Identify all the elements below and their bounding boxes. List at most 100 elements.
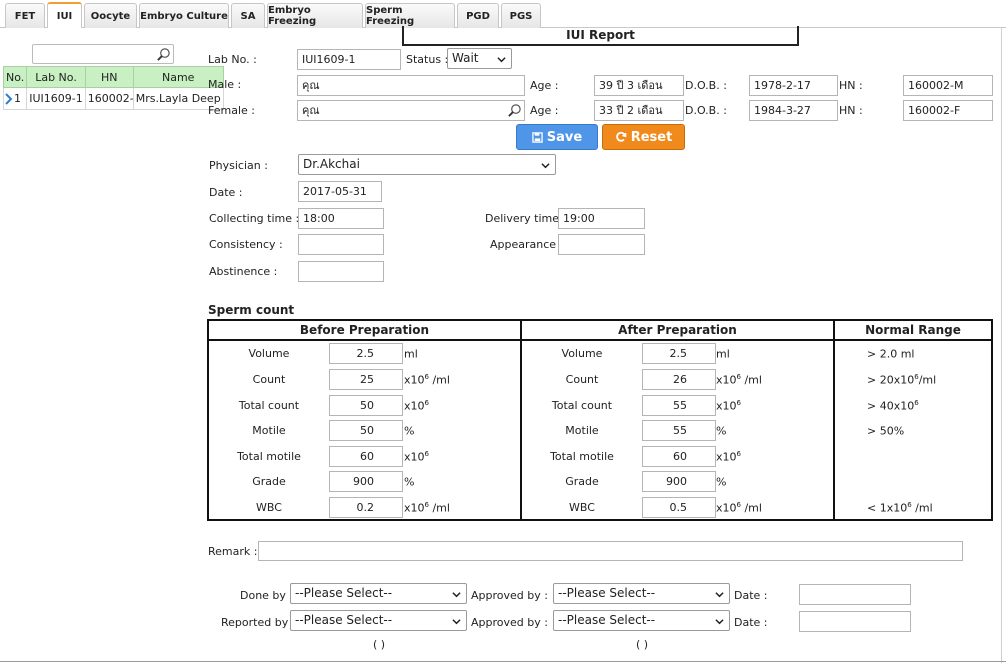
approved-by-select[interactable]: --Please Select-- bbox=[553, 583, 730, 604]
approved-by-value-2: --Please Select-- bbox=[558, 613, 656, 627]
after-value-input[interactable]: 2.5 bbox=[642, 343, 716, 364]
before-value-input[interactable]: 0.2 bbox=[329, 497, 403, 518]
normal-range-value-base: > 2.0 ml bbox=[867, 347, 915, 361]
status-select[interactable]: Wait bbox=[447, 48, 512, 69]
appearance-input[interactable] bbox=[558, 234, 645, 255]
collecting-time-input[interactable]: 18:00 bbox=[298, 208, 384, 229]
female-age-input[interactable]: 33 ปี 2 เดือน bbox=[594, 100, 684, 121]
after-unit: x106 bbox=[716, 450, 741, 464]
normal-range-value: > 50% bbox=[867, 424, 904, 438]
sperm-row-label-after: Motile bbox=[565, 424, 599, 437]
physician-select[interactable]: Dr.Akchai bbox=[298, 154, 556, 175]
abstinence-label: Abstinence : bbox=[209, 265, 278, 278]
delivery-time-label: Delivery time : bbox=[485, 212, 567, 225]
male-age-input[interactable]: 39 ปี 3 เดือน bbox=[594, 75, 684, 96]
collecting-time-label: Collecting time : bbox=[209, 212, 300, 225]
after-value-input[interactable]: 0.5 bbox=[642, 497, 716, 518]
patient-table: No. Lab No. HN Name 1 IUI1609-1 160002-F… bbox=[2, 66, 224, 110]
before-value-input[interactable]: 50 bbox=[329, 420, 403, 441]
search-icon[interactable] bbox=[156, 47, 171, 62]
tab-oocyte[interactable]: Oocyte bbox=[84, 3, 137, 28]
male-label: Male : bbox=[208, 78, 242, 91]
before-unit: x106 bbox=[404, 450, 429, 464]
male-input[interactable]: คุณ bbox=[297, 75, 525, 96]
done-date-label: Date : bbox=[734, 589, 768, 602]
after-unit-base: ml bbox=[716, 347, 730, 361]
tab-pgs[interactable]: PGS bbox=[501, 3, 541, 28]
normal-range-value-base: > 50% bbox=[867, 424, 905, 438]
female-value: คุณ bbox=[302, 104, 320, 117]
before-unit-base: x10 bbox=[404, 450, 425, 464]
before-unit-base: x10 bbox=[404, 373, 425, 387]
delivery-time-input[interactable]: 19:00 bbox=[558, 208, 645, 229]
after-value-input[interactable]: 900 bbox=[642, 471, 716, 492]
row-lab-no: IUI1609-1 bbox=[26, 87, 86, 110]
male-hn-input[interactable]: 160002-M bbox=[903, 75, 993, 96]
table-row[interactable]: 1 IUI1609-1 160002-F Mrs.Layla Deep bbox=[2, 87, 224, 110]
female-dob-input[interactable]: 1984-3-27 bbox=[749, 100, 838, 121]
tab-sa[interactable]: SA bbox=[231, 3, 265, 28]
done-date-input[interactable] bbox=[799, 584, 911, 605]
lab-no-input[interactable]: IUI1609-1 bbox=[297, 49, 401, 70]
table-divider bbox=[833, 319, 835, 521]
approved-by-value: --Please Select-- bbox=[558, 586, 656, 600]
before-value-input[interactable]: 50 bbox=[329, 395, 403, 416]
chevron-down-icon bbox=[497, 57, 506, 63]
tab-sperm-freezing[interactable]: Sperm Freezing bbox=[365, 3, 455, 28]
sperm-row-label-before: Volume bbox=[248, 347, 290, 360]
male-age-label: Age : bbox=[530, 79, 559, 92]
sperm-row-label-before: WBC bbox=[256, 501, 282, 514]
after-unit-base: x10 bbox=[716, 501, 737, 515]
physician-label: Physician : bbox=[209, 159, 268, 172]
table-header-divider bbox=[207, 339, 993, 341]
patient-search-input[interactable] bbox=[32, 44, 174, 64]
status-label: Status : bbox=[406, 53, 449, 66]
before-value-input[interactable]: 900 bbox=[329, 471, 403, 492]
after-value-input[interactable]: 55 bbox=[642, 420, 716, 441]
abstinence-input[interactable] bbox=[298, 261, 384, 282]
tab-fet[interactable]: FET bbox=[5, 3, 45, 28]
normal-range-value: > 20x106/ml bbox=[867, 373, 936, 387]
before-unit-base: % bbox=[404, 475, 415, 489]
done-by-select[interactable]: --Please Select-- bbox=[290, 583, 467, 604]
sperm-row-label-after: Total count bbox=[551, 399, 613, 412]
before-value-input[interactable]: 60 bbox=[329, 446, 403, 467]
tab-embryo-culture[interactable]: Embryo Culture bbox=[139, 3, 229, 28]
approved-by-label: Approved by : bbox=[471, 589, 548, 602]
chevron-down-icon bbox=[715, 592, 724, 598]
after-value-input[interactable]: 26 bbox=[642, 369, 716, 390]
consistency-label: Consistency : bbox=[209, 238, 283, 251]
save-button[interactable]: Save bbox=[516, 124, 598, 150]
normal-range-header: Normal Range bbox=[865, 323, 961, 337]
before-unit: ml bbox=[404, 347, 418, 361]
reported-date-input[interactable] bbox=[799, 611, 911, 632]
before-unit: % bbox=[404, 424, 414, 438]
after-preparation-header: After Preparation bbox=[618, 323, 737, 337]
male-dob-input[interactable]: 1978-2-17 bbox=[749, 75, 838, 96]
female-hn-input[interactable]: 160002-F bbox=[903, 100, 993, 121]
reset-label: Reset bbox=[630, 129, 673, 145]
chevron-down-icon bbox=[715, 619, 724, 625]
after-value-input[interactable]: 55 bbox=[642, 395, 716, 416]
before-value-input[interactable]: 2.5 bbox=[329, 343, 403, 364]
after-value-input[interactable]: 60 bbox=[642, 446, 716, 467]
before-unit-exp: 6 bbox=[424, 450, 429, 458]
approved-by-select-2[interactable]: --Please Select-- bbox=[553, 610, 730, 631]
reported-by-label: Reported by : bbox=[221, 616, 296, 629]
tab-embryo-freezing[interactable]: Embryo Freezing bbox=[267, 3, 363, 28]
sperm-row-label-before: Count bbox=[252, 373, 286, 386]
col-no: No. bbox=[2, 66, 28, 88]
consistency-input[interactable] bbox=[298, 234, 384, 255]
done-by-label: Done by : bbox=[240, 589, 294, 602]
before-value-input[interactable]: 25 bbox=[329, 369, 403, 390]
tab-iui[interactable]: IUI bbox=[47, 2, 82, 28]
reported-by-select[interactable]: --Please Select-- bbox=[290, 610, 467, 631]
female-input[interactable]: คุณ bbox=[297, 100, 525, 121]
remark-input[interactable] bbox=[258, 541, 963, 561]
floppy-icon bbox=[532, 131, 543, 143]
search-icon[interactable] bbox=[507, 103, 522, 118]
date-input[interactable]: 2017-05-31 bbox=[298, 181, 382, 202]
reset-button[interactable]: Reset bbox=[602, 124, 685, 150]
normal-range-value: > 2.0 ml bbox=[867, 347, 914, 361]
tab-pgd[interactable]: PGD bbox=[457, 3, 499, 28]
